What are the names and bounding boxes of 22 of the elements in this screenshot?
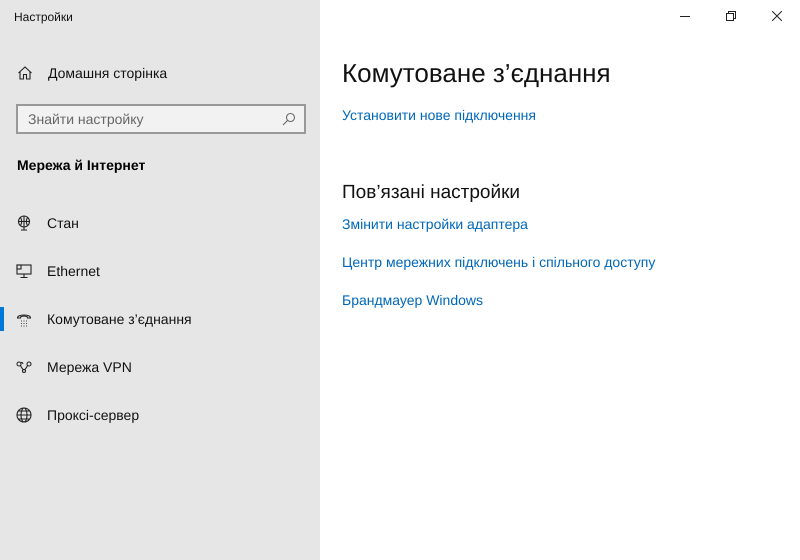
section-heading: Мережа й Інтернет — [16, 156, 146, 173]
section-heading: Пов’язані настройки — [342, 182, 522, 204]
restore-icon — [726, 11, 736, 21]
monitor-icon — [16, 263, 32, 279]
nav-item[interactable]: Проксі-сервер — [0, 403, 320, 427]
nav-item[interactable]: Ethernet — [0, 259, 320, 283]
related-link[interactable]: Брандмауер Windows — [342, 292, 484, 308]
close-icon — [772, 11, 782, 21]
related-link[interactable]: Змінити настройки адаптера — [342, 216, 528, 232]
vpn-icon — [16, 359, 32, 375]
home-icon — [17, 65, 33, 81]
window-title: Настройки — [13, 9, 74, 26]
search-icon — [282, 112, 296, 126]
search-field[interactable]: Знайти настройку — [16, 104, 306, 134]
page-title: Комутоване з’єднання — [342, 58, 612, 89]
nav-item[interactable]: Стан — [0, 211, 320, 235]
globe-monitor-icon — [16, 215, 32, 231]
home-link[interactable]: Домашня сторінка — [17, 63, 168, 83]
setup-link[interactable]: Установити нове підключення — [342, 107, 536, 123]
nav-item[interactable]: Мережа VPN — [0, 355, 320, 379]
globe-icon — [16, 407, 32, 423]
related-link[interactable]: Центр мережних підключень і спільного доступу — [342, 254, 656, 270]
